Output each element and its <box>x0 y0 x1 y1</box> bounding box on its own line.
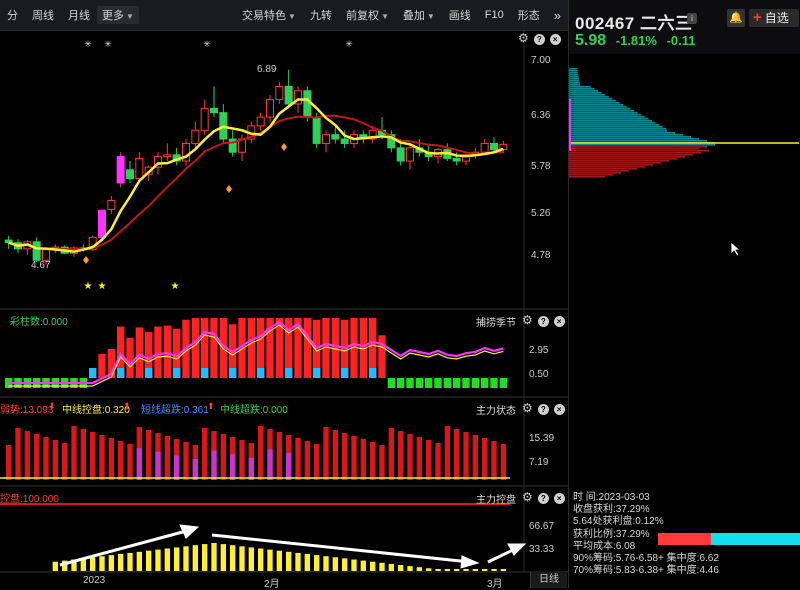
chevron-down-icon: ▼ <box>380 12 389 21</box>
toolbar-f10[interactable]: F10 <box>478 9 511 21</box>
toolbar-adjust[interactable]: 前复权 ▼ <box>339 7 396 23</box>
panel3-y-tick: 66.67 <box>529 521 555 532</box>
panel1-bars <box>5 318 507 388</box>
svg-text:✳: ✳ <box>203 39 211 49</box>
panel3-controls: ⚙? × <box>522 490 565 504</box>
price-row: 5.98 -1.81% -0.11 <box>575 32 702 50</box>
svg-text:★: ★ <box>171 281 180 292</box>
toolbar-monthly[interactable]: 月线 <box>61 7 97 23</box>
toolbar-draw-line[interactable]: 画线 <box>442 7 478 23</box>
mouse-cursor-icon <box>730 241 742 260</box>
change-percent: -1.81% <box>615 33 657 48</box>
panel2-y-tick: 15.39 <box>529 433 555 444</box>
y-tick: 5.26 <box>531 208 551 219</box>
info-icon[interactable]: i <box>687 13 697 24</box>
close-icon[interactable]: × <box>553 493 565 504</box>
moving-average-lines <box>8 98 504 253</box>
help-icon[interactable]: ? <box>533 34 545 45</box>
toolbar-overlay-label: 叠加 <box>402 10 425 22</box>
trend-arrow-up-right <box>487 543 527 564</box>
panel2-title[interactable]: 主力状态 <box>476 402 516 417</box>
gear-icon[interactable]: ⚙ <box>522 401 533 415</box>
close-icon[interactable]: × <box>553 404 565 415</box>
panel3-y-tick: 33.33 <box>529 544 555 555</box>
quote-header: 002467 二六三 i 🔔 + 自选 5.98 -1.81% -0.11 <box>569 0 800 54</box>
current-price: 5.98 <box>575 32 607 49</box>
watchlist-label: 自选 <box>764 11 789 25</box>
panel1-y-tick: 0.50 <box>529 369 549 380</box>
plus-icon: + <box>753 9 762 26</box>
arrow-up-icon: ⬆ <box>207 401 215 411</box>
profit-ratio-fill <box>658 533 711 545</box>
help-icon[interactable]: ? <box>537 316 549 327</box>
low-price-label: 4.67 <box>31 260 51 271</box>
chip-bars <box>569 68 799 178</box>
toolbar-trade-feature[interactable]: 交易特色 ▼ <box>235 7 303 23</box>
stat-chip-70: 70%筹码:5.83-6.38+ 集中度:4.46 <box>573 565 719 577</box>
change-amount: -0.11 <box>666 33 696 48</box>
panel2-mid-control-label: 中线控盘:0.320 <box>62 405 130 416</box>
toolbar-overlay[interactable]: 叠加 ▼ <box>396 7 442 23</box>
gear-icon[interactable]: ⚙ <box>522 490 533 504</box>
stat-time: 时 间:2023-03-03 <box>573 492 650 503</box>
svg-text:✳: ✳ <box>345 39 353 49</box>
chevron-down-icon: ▼ <box>288 12 296 21</box>
bell-icon[interactable]: 🔔 <box>727 9 745 27</box>
toolbar-weekly[interactable]: 周线 <box>25 7 61 23</box>
toolbar-adjust-label: 前复权 <box>345 10 379 22</box>
toolbar-minute[interactable]: 分 <box>0 7 25 23</box>
stat-profit: 收盘获利:37.29% <box>573 504 650 516</box>
arrow-down-icon: ⬇ <box>48 401 56 411</box>
high-price-label: 6.89 <box>257 64 277 75</box>
toolbar-trade-feature-label: 交易特色 <box>242 10 287 22</box>
y-tick: 4.78 <box>531 250 551 261</box>
gear-icon[interactable]: ⚙ <box>518 31 529 45</box>
svg-text:✳: ✳ <box>84 39 92 49</box>
panel2-short-oversold-label: 短线超跌:0.361 <box>141 405 209 416</box>
chevron-down-icon: ▼ <box>426 12 435 21</box>
stat-profit-at: 5.64处获利盘:0.12% <box>573 516 664 528</box>
svg-text:✳: ✳ <box>104 39 112 49</box>
svg-text:★: ★ <box>98 281 107 292</box>
arrow-up-icon: ⬆ <box>123 401 131 411</box>
chart-toolbar: 分 周线 月线 更多 ▼ 交易特色 ▼ 九转 前复权 ▼ 叠加 ▼ 画线 F10 形态 … <box>0 0 568 31</box>
y-tick: 7.00 <box>531 55 551 66</box>
close-icon[interactable]: × <box>549 34 561 45</box>
candlestick-series <box>4 69 508 265</box>
x-axis-label: 2023 <box>83 575 106 586</box>
add-watchlist-button[interactable]: + 自选 <box>749 9 799 27</box>
stat-chip-90: 90%筹码:5.76-6.58+ 集中度:6.62 <box>573 553 719 565</box>
panel2-bars <box>0 426 510 480</box>
toolbar-pattern[interactable]: 形态 <box>511 7 547 23</box>
loss-ratio-fill <box>710 533 800 545</box>
main-chart-controls: ⚙? × <box>518 31 561 45</box>
panel2-controls: ⚙? × <box>522 401 565 415</box>
panel1-y-tick: 2.95 <box>529 345 549 356</box>
toolbar-nine-turn[interactable]: 九转 <box>303 7 339 23</box>
panel3-title[interactable]: 主力控盘 <box>476 491 516 506</box>
panel2-mid-oversold-label: 中线超跌:0.000 <box>220 405 288 416</box>
panel1-controls: ⚙? × <box>522 313 565 327</box>
svg-text:★: ★ <box>84 281 93 292</box>
panel2-weak-label: 弱势:13.093 <box>0 405 54 416</box>
panel1-indicator-label: 彩柱数:0.000 <box>10 317 68 328</box>
toolbar-more-label: 更多 <box>102 10 124 22</box>
panel1-title[interactable]: 捕捞季节 <box>476 314 516 329</box>
close-icon[interactable]: × <box>553 316 565 327</box>
chevron-down-icon: ▼ <box>126 12 134 21</box>
toolbar-more-dropdown[interactable]: 更多 ▼ <box>97 6 139 24</box>
y-tick: 5.78 <box>531 161 551 172</box>
period-selector-button[interactable]: 日线 <box>530 572 567 588</box>
help-icon[interactable]: ? <box>537 404 549 415</box>
panel3-control-label: 控盘:100.000 <box>0 494 59 505</box>
double-chevron-right-icon[interactable]: » <box>547 8 568 23</box>
y-tick: 6.36 <box>531 110 551 121</box>
stock-code-name: 002467 二六三 <box>575 14 693 33</box>
profit-ratio-bar <box>658 533 800 545</box>
gear-icon[interactable]: ⚙ <box>522 313 533 327</box>
help-icon[interactable]: ? <box>537 493 549 504</box>
panel2-y-tick: 7.19 <box>529 457 549 468</box>
